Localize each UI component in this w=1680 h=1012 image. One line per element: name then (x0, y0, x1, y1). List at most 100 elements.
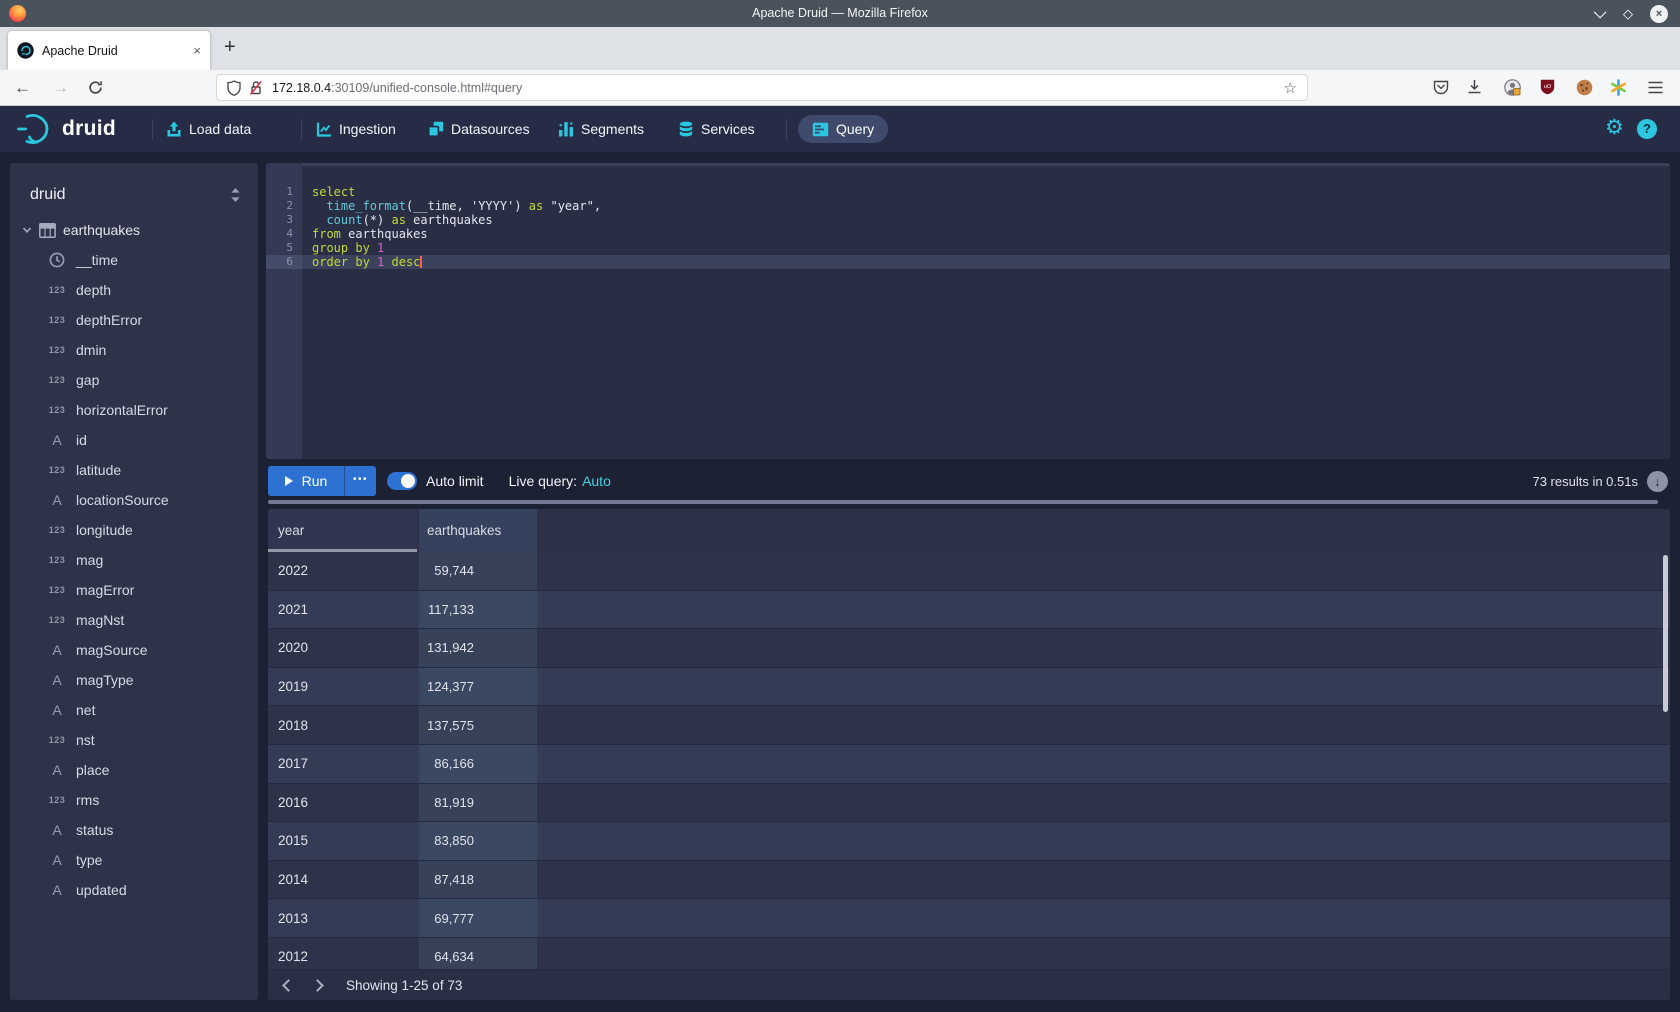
column-item-magNst[interactable]: 123magNst (10, 605, 258, 635)
downloads-icon[interactable] (1467, 79, 1482, 100)
column-item-horizontalError[interactable]: 123horizontalError (10, 395, 258, 425)
ublock-icon[interactable]: uO (1540, 79, 1555, 100)
table-item-earthquakes[interactable]: earthquakes (10, 215, 258, 245)
editor-line-2[interactable]: 2 time_format(__time, 'YYYY') as "year", (266, 199, 1670, 213)
back-button[interactable]: ← (14, 70, 31, 105)
tab-close-icon[interactable]: × (193, 44, 201, 57)
url-bar[interactable]: 172.18.0.4:30109/unified-console.html#qu… (216, 74, 1308, 101)
column-item-__time[interactable]: __time (10, 245, 258, 275)
horizontal-scrollbar[interactable] (268, 500, 1658, 504)
cell-earthquakes[interactable]: 117,133 (419, 591, 537, 629)
cell-earthquakes[interactable]: 83,850 (419, 822, 537, 860)
url-text[interactable]: 172.18.0.4:30109/unified-console.html#qu… (272, 81, 522, 95)
table-row-2012[interactable]: 201264,634 (268, 938, 1670, 969)
table-row-2019[interactable]: 2019124,377 (268, 668, 1670, 707)
nav-item-load-data[interactable]: Load data (166, 106, 251, 152)
run-more-button[interactable]: ••• (344, 466, 376, 496)
vertical-scrollbar[interactable] (1663, 555, 1668, 712)
table-row-2022[interactable]: 202259,744 (268, 552, 1670, 591)
cell-year[interactable]: 2022 (268, 552, 417, 590)
prev-page-icon[interactable] (282, 979, 295, 992)
cell-earthquakes[interactable]: 81,919 (419, 784, 537, 822)
column-item-magSource[interactable]: AmagSource (10, 635, 258, 665)
menu-hamburger-icon[interactable] (1648, 81, 1663, 99)
column-item-dmin[interactable]: 123dmin (10, 335, 258, 365)
column-item-type[interactable]: Atype (10, 845, 258, 875)
tracking-shield-icon[interactable] (227, 80, 241, 96)
editor-line-3[interactable]: 3 count(*) as earthquakes (266, 213, 1670, 227)
account-extension-icon[interactable] (1504, 79, 1521, 101)
column-item-latitude[interactable]: 123latitude (10, 455, 258, 485)
table-row-2020[interactable]: 2020131,942 (268, 629, 1670, 668)
column-item-depthError[interactable]: 123depthError (10, 305, 258, 335)
help-icon[interactable]: ? (1637, 119, 1657, 139)
column-item-longitude[interactable]: 123longitude (10, 515, 258, 545)
cell-earthquakes[interactable]: 59,744 (419, 552, 537, 590)
nav-item-datasources[interactable]: Datasources (428, 106, 530, 152)
column-item-gap[interactable]: 123gap (10, 365, 258, 395)
column-header-year[interactable]: year (268, 509, 417, 552)
window-maximize-icon[interactable]: ◇ (1623, 7, 1633, 20)
cell-earthquakes[interactable]: 137,575 (419, 706, 537, 744)
table-row-2013[interactable]: 201369,777 (268, 899, 1670, 938)
column-item-net[interactable]: Anet (10, 695, 258, 725)
table-row-2015[interactable]: 201583,850 (268, 822, 1670, 861)
cell-earthquakes[interactable]: 64,634 (419, 938, 537, 969)
settings-gear-icon[interactable]: ⚙ (1605, 115, 1624, 140)
double-caret-sort-icon[interactable] (231, 188, 240, 207)
column-item-status[interactable]: Astatus (10, 815, 258, 845)
nav-item-query[interactable]: Query (798, 115, 888, 143)
nav-item-segments[interactable]: Segments (558, 106, 644, 152)
cell-year[interactable]: 2013 (268, 899, 417, 937)
table-row-2021[interactable]: 2021117,133 (268, 591, 1670, 630)
table-row-2016[interactable]: 201681,919 (268, 784, 1670, 823)
auto-limit-toggle[interactable] (387, 472, 417, 490)
cell-earthquakes[interactable]: 124,377 (419, 668, 537, 706)
editor-lines[interactable]: 1select2 time_format(__time, 'YYYY') as … (266, 185, 1670, 269)
editor-line-5[interactable]: 5group by 1 (266, 241, 1670, 255)
live-query-value[interactable]: Auto (582, 473, 611, 489)
column-item-updated[interactable]: Aupdated (10, 875, 258, 905)
nav-item-ingestion[interactable]: Ingestion (316, 106, 396, 152)
editor-line-4[interactable]: 4from earthquakes (266, 227, 1670, 241)
column-item-magError[interactable]: 123magError (10, 575, 258, 605)
cell-year[interactable]: 2015 (268, 822, 417, 860)
cell-year[interactable]: 2019 (268, 668, 417, 706)
reload-button[interactable] (88, 70, 103, 105)
cell-earthquakes[interactable]: 86,166 (419, 745, 537, 783)
editor-line-1[interactable]: 1select (266, 185, 1670, 199)
new-tab-button[interactable]: + (224, 36, 236, 59)
chevron-down-icon[interactable] (22, 225, 32, 235)
table-row-2017[interactable]: 201786,166 (268, 745, 1670, 784)
table-row-2014[interactable]: 201487,418 (268, 861, 1670, 900)
sql-editor[interactable]: 1select2 time_format(__time, 'YYYY') as … (266, 163, 1670, 459)
table-row-2018[interactable]: 2018137,575 (268, 706, 1670, 745)
column-item-id[interactable]: Aid (10, 425, 258, 455)
column-item-nst[interactable]: 123nst (10, 725, 258, 755)
window-close-icon[interactable]: × (1650, 5, 1668, 23)
cell-year[interactable]: 2021 (268, 591, 417, 629)
cell-year[interactable]: 2012 (268, 938, 417, 969)
column-item-rms[interactable]: 123rms (10, 785, 258, 815)
schema-selector[interactable]: druid (30, 186, 66, 204)
download-results-icon[interactable]: ↓ (1647, 471, 1668, 492)
pocket-icon[interactable] (1433, 79, 1449, 100)
run-button[interactable]: Run (268, 466, 344, 496)
column-item-magType[interactable]: AmagType (10, 665, 258, 695)
druid-logo[interactable]: druid (16, 112, 116, 146)
browser-tab[interactable]: Apache Druid × (8, 31, 210, 70)
cell-year[interactable]: 2016 (268, 784, 417, 822)
cookie-extension-icon[interactable] (1576, 79, 1593, 101)
cell-earthquakes[interactable]: 131,942 (419, 629, 537, 667)
column-item-locationSource[interactable]: AlocationSource (10, 485, 258, 515)
column-item-place[interactable]: Aplace (10, 755, 258, 785)
column-item-mag[interactable]: 123mag (10, 545, 258, 575)
next-page-icon[interactable] (311, 979, 324, 992)
cell-year[interactable]: 2017 (268, 745, 417, 783)
editor-line-6[interactable]: 6order by 1 desc (266, 255, 1670, 269)
cell-earthquakes[interactable]: 69,777 (419, 899, 537, 937)
bookmark-star-icon[interactable]: ☆ (1284, 79, 1297, 97)
cell-year[interactable]: 2020 (268, 629, 417, 667)
cell-year[interactable]: 2018 (268, 706, 417, 744)
column-item-depth[interactable]: 123depth (10, 275, 258, 305)
